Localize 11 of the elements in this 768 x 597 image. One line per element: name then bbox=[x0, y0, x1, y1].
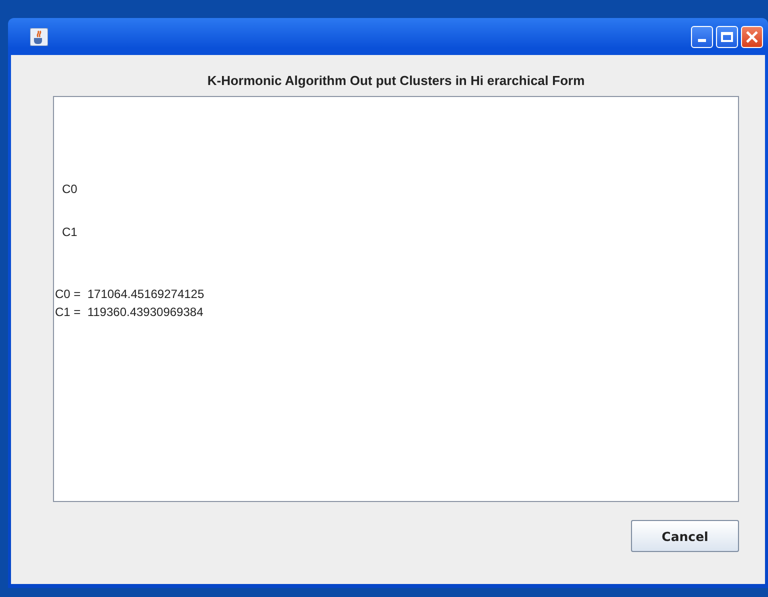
maximize-button[interactable] bbox=[716, 26, 738, 48]
cluster-value: C1 = 119360.43930969384 bbox=[55, 304, 204, 321]
dialog-heading: K-Hormonic Algorithm Out put Clusters in Hi erarchical Form bbox=[206, 72, 586, 90]
close-button[interactable] bbox=[741, 26, 763, 48]
minimize-button[interactable] bbox=[691, 26, 713, 48]
close-icon bbox=[745, 30, 759, 44]
cluster-value: C0 = 171064.45169274125 bbox=[55, 286, 204, 303]
java-cup-icon bbox=[30, 28, 48, 46]
cluster-label: C1 bbox=[62, 224, 78, 241]
cancel-button[interactable]: Cancel bbox=[631, 520, 739, 552]
cluster-label: C0 bbox=[62, 181, 78, 198]
